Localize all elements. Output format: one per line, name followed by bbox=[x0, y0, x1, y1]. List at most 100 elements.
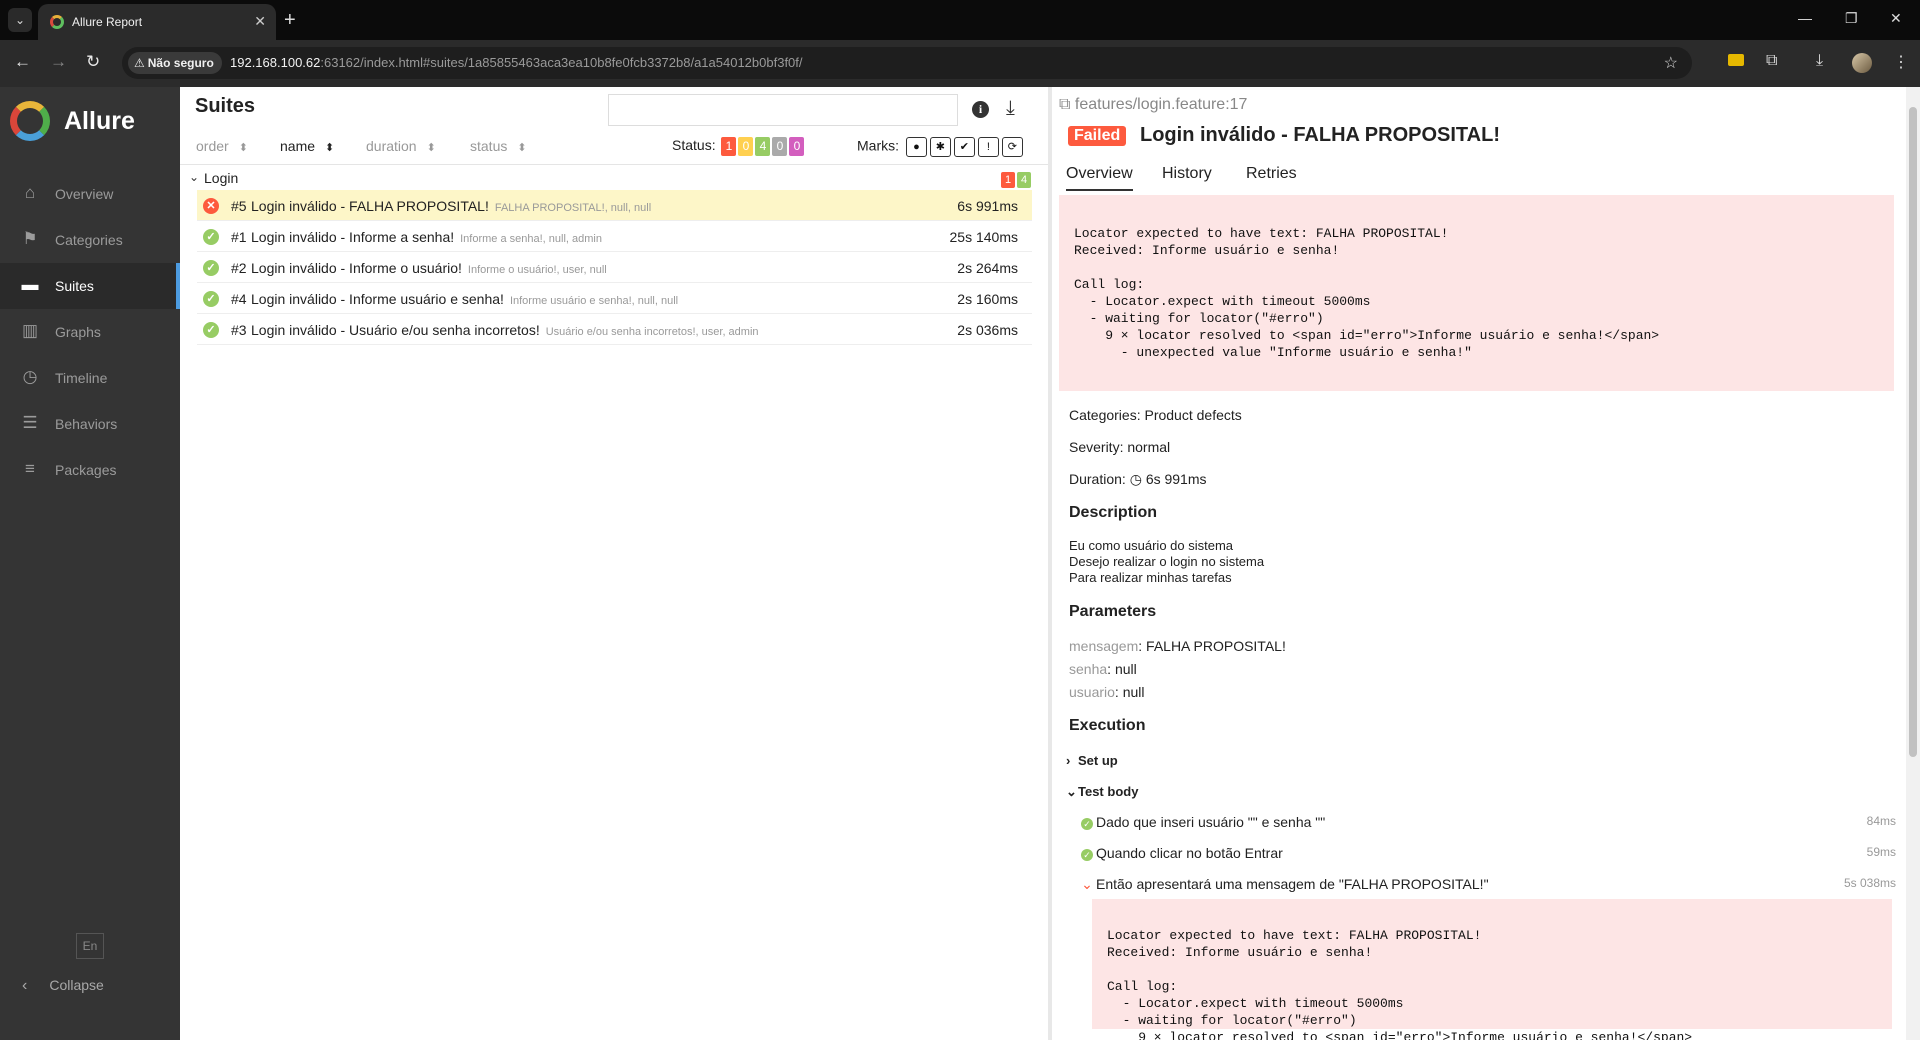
detail-scrollbar[interactable] bbox=[1906, 87, 1920, 1040]
sidebar-item-label: Suites bbox=[55, 278, 94, 294]
bomb-icon[interactable]: ● bbox=[905, 137, 927, 157]
language-button[interactable]: En bbox=[76, 933, 104, 959]
check-icon[interactable]: ✔ bbox=[953, 137, 975, 157]
stage-setup[interactable]: › Set up bbox=[1066, 753, 1118, 768]
feature-path[interactable]: ⧉ features/login.feature:17 bbox=[1059, 96, 1247, 114]
test-duration: 2s 264ms bbox=[957, 260, 1018, 276]
extension-key-icon[interactable] bbox=[1728, 54, 1744, 66]
collapse-label: Collapse bbox=[49, 977, 104, 993]
parameter-name: senha bbox=[1069, 661, 1108, 677]
status-broken-toggle[interactable]: 0 bbox=[738, 137, 754, 156]
tab-retries[interactable]: Retries bbox=[1246, 165, 1297, 183]
download-icon[interactable]: ⤓ bbox=[1006, 97, 1015, 120]
table-row[interactable]: ✓ #4 Login inválido - Informe usuário e … bbox=[197, 283, 1032, 314]
browser-tab[interactable]: Allure Report ✕ bbox=[38, 4, 276, 40]
test-order: #4 bbox=[231, 291, 247, 307]
sidebar-item-label: Overview bbox=[55, 186, 114, 202]
parameter-name: usuario bbox=[1069, 684, 1115, 700]
browser-menu-icon[interactable]: ⋮ bbox=[1893, 52, 1909, 72]
scrollbar-thumb[interactable] bbox=[1909, 107, 1917, 757]
execution-heading: Execution bbox=[1069, 717, 1146, 734]
sidebar-item-packages[interactable]: ≡ Packages bbox=[0, 447, 180, 493]
test-name-cell: Login inválido - Informe usuário e senha… bbox=[251, 291, 678, 307]
search-input[interactable] bbox=[608, 94, 958, 126]
sidebar-item-label: Packages bbox=[55, 462, 117, 478]
passed-step-icon: ✓ bbox=[1081, 818, 1093, 830]
group-failed-count: 1 bbox=[1001, 172, 1015, 189]
status-skipped-toggle[interactable]: 0 bbox=[772, 137, 788, 156]
download-icon[interactable]: ⤓ bbox=[1816, 52, 1823, 70]
bookmark-star-icon[interactable]: ☆ bbox=[1664, 53, 1678, 73]
description-text: Eu como usuário do sistema Desejo realiz… bbox=[1069, 538, 1264, 586]
sort-label: order bbox=[196, 138, 229, 154]
address-bar[interactable]: ⚠ Não seguro 192.168.100.62:63162/index.h… bbox=[122, 47, 1692, 79]
exclamation-icon[interactable]: ! bbox=[977, 137, 999, 157]
description-line: Desejo realizar o login no sistema bbox=[1069, 554, 1265, 569]
close-window-icon[interactable]: ✕ bbox=[1890, 10, 1902, 27]
clock-icon: ◷ bbox=[1129, 471, 1142, 487]
info-icon[interactable]: i bbox=[972, 101, 989, 118]
sidebar-item-behaviors[interactable]: ☰ Behaviors bbox=[0, 401, 180, 447]
table-row[interactable]: ✓ #2 Login inválido - Informe o usuário!… bbox=[197, 252, 1032, 283]
forward-icon[interactable]: → bbox=[50, 52, 67, 72]
flaky-icon[interactable]: ✱ bbox=[929, 137, 951, 157]
sort-status[interactable]: status ⬍ bbox=[470, 138, 527, 154]
sort-icon: ⬍ bbox=[517, 142, 527, 154]
clock-icon: ◷ bbox=[22, 367, 38, 386]
bar-chart-icon: ▥ bbox=[21, 321, 39, 340]
tab-history[interactable]: History bbox=[1162, 165, 1212, 183]
restore-icon[interactable]: ❐ bbox=[1845, 10, 1858, 27]
step-name: Quando clicar no botão Entrar bbox=[1096, 845, 1283, 861]
step-row[interactable]: ✓ Quando clicar no botão Entrar 59ms bbox=[1081, 845, 1896, 865]
step-row[interactable]: ✓ Dado que inseri usuário "" e senha "" 8… bbox=[1081, 814, 1896, 834]
chevron-down-icon: ⌄ bbox=[189, 170, 200, 184]
test-params: Informe o usuário!, user, null bbox=[467, 264, 607, 276]
table-row[interactable]: ✓ #3 Login inválido - Usuário e/ou senha… bbox=[197, 314, 1032, 345]
flag-icon: ⚑ bbox=[22, 229, 38, 248]
failed-status-icon: ✕ bbox=[203, 198, 219, 214]
test-name: Login inválido - FALHA PROPOSITAL! bbox=[251, 198, 489, 214]
sidebar-item-graphs[interactable]: ▥ Graphs bbox=[0, 309, 180, 355]
retry-icon[interactable]: ⟳ bbox=[1001, 137, 1023, 157]
tab-search-button[interactable]: ⌄ bbox=[8, 8, 32, 32]
error-message[interactable]: Locator expected to have text: FALHA PRO… bbox=[1059, 195, 1894, 391]
sidebar-item-suites[interactable]: ▬ Suites bbox=[0, 263, 180, 309]
table-row[interactable]: ✕ #5 Login inválido - FALHA PROPOSITAL! F… bbox=[197, 190, 1032, 221]
security-chip[interactable]: ⚠ Não seguro bbox=[128, 52, 222, 74]
sort-name[interactable]: name ⬍ bbox=[280, 138, 334, 154]
status-failed-toggle[interactable]: 1 bbox=[721, 137, 737, 156]
close-tab-icon[interactable]: ✕ bbox=[254, 13, 266, 30]
status-label: Status: bbox=[672, 137, 716, 154]
suite-group-login[interactable]: ⌄ Login 14 bbox=[180, 166, 1048, 190]
reload-icon[interactable]: ↻ bbox=[86, 52, 100, 72]
new-tab-icon[interactable]: + bbox=[284, 8, 296, 32]
step-error-message[interactable]: Locator expected to have text: FALHA PRO… bbox=[1092, 899, 1892, 1040]
status-unknown-toggle[interactable]: 0 bbox=[789, 137, 805, 156]
collapse-button[interactable]: ‹ Collapse bbox=[22, 977, 104, 995]
sort-order[interactable]: order ⬍ bbox=[196, 138, 248, 154]
align-left-icon: ≡ bbox=[25, 459, 35, 478]
sort-duration[interactable]: duration ⬍ bbox=[366, 138, 436, 154]
status-passed-toggle[interactable]: 4 bbox=[755, 137, 771, 156]
duration-value: 6s 991ms bbox=[1145, 471, 1207, 487]
tab-overview[interactable]: Overview bbox=[1066, 165, 1133, 191]
warning-icon: ⚠ bbox=[134, 56, 145, 70]
sidebar-item-categories[interactable]: ⚑ Categories bbox=[0, 217, 180, 263]
sidebar-item-label: Behaviors bbox=[55, 416, 118, 432]
back-icon[interactable]: ← bbox=[14, 52, 31, 72]
sidebar-item-timeline[interactable]: ◷ Timeline bbox=[0, 355, 180, 401]
sort-icon: ⬍ bbox=[325, 142, 335, 154]
profile-avatar[interactable] bbox=[1852, 53, 1872, 73]
table-row[interactable]: ✓ #1 Login inválido - Informe a senha! In… bbox=[197, 221, 1032, 252]
status-badge: Failed bbox=[1068, 126, 1127, 146]
sidebar-item-label: Graphs bbox=[55, 324, 101, 340]
step-row[interactable]: ⌄ Então apresentará uma mensagem de "FALH… bbox=[1081, 876, 1896, 896]
stage-test-body[interactable]: ⌄Test body bbox=[1066, 784, 1138, 800]
test-order: #1 bbox=[231, 229, 247, 245]
extensions-icon[interactable]: ⧉ bbox=[1766, 52, 1777, 70]
url-host: 192.168.100.62 bbox=[230, 55, 321, 70]
sidebar-item-overview[interactable]: ⌂ Overview bbox=[0, 171, 180, 217]
minimize-icon[interactable]: — bbox=[1798, 10, 1812, 26]
test-name: Login inválido - Informe o usuário! bbox=[251, 260, 462, 276]
step-name: Dado que inseri usuário "" e senha "" bbox=[1096, 814, 1326, 830]
